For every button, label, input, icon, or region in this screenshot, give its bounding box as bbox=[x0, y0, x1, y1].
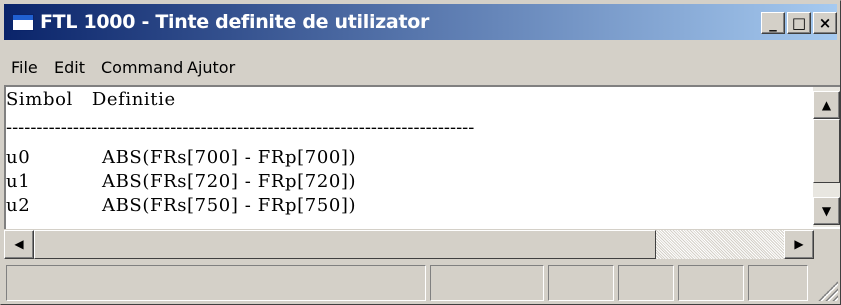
row-definition: ABS(FRs[750] - FRp[750]) bbox=[102, 195, 357, 216]
resize-grip-icon[interactable] bbox=[818, 281, 838, 301]
row-definition: ABS(FRs[700] - FRp[700]) bbox=[102, 147, 357, 168]
menu-command[interactable]: Command bbox=[101, 59, 183, 77]
menu-ajutor[interactable]: Ajutor bbox=[187, 59, 235, 77]
status-pane bbox=[678, 265, 744, 301]
status-pane bbox=[748, 265, 808, 301]
status-pane-main bbox=[6, 265, 426, 301]
close-button[interactable]: × bbox=[813, 12, 837, 34]
app-window: FTL 1000 - Tinte definite de utilizator … bbox=[0, 0, 841, 305]
header-separator: ----------------------------------------… bbox=[6, 117, 475, 138]
menu-edit[interactable]: Edit bbox=[54, 59, 85, 77]
row-symbol: u1 bbox=[6, 171, 31, 192]
vertical-scrollbar[interactable]: ▲ ▼ bbox=[813, 87, 840, 227]
scroll-right-button[interactable]: ▶ bbox=[784, 230, 814, 259]
minimize-button[interactable]: _ bbox=[761, 12, 785, 34]
menu-bar: File Edit Command Ajutor bbox=[4, 41, 839, 83]
scroll-left-button[interactable]: ◀ bbox=[4, 230, 34, 259]
status-bar bbox=[4, 263, 840, 303]
row-symbol: u2 bbox=[6, 195, 31, 216]
status-pane bbox=[430, 265, 544, 301]
scroll-down-button[interactable]: ▼ bbox=[813, 197, 840, 225]
status-pane bbox=[548, 265, 614, 301]
column-header: Simbol Definitie bbox=[6, 89, 176, 110]
row-definition: ABS(FRs[720] - FRp[720]) bbox=[102, 171, 357, 192]
menu-file[interactable]: File bbox=[11, 59, 38, 77]
app-window-icon[interactable] bbox=[12, 14, 34, 31]
vertical-scroll-thumb[interactable] bbox=[813, 119, 840, 183]
scroll-up-button[interactable]: ▲ bbox=[813, 91, 840, 119]
horizontal-scroll-thumb[interactable] bbox=[34, 230, 656, 259]
horizontal-scrollbar[interactable]: ◀ ▶ bbox=[4, 230, 814, 259]
title-bar[interactable]: FTL 1000 - Tinte definite de utilizator … bbox=[4, 4, 837, 40]
window-title: FTL 1000 - Tinte definite de utilizator bbox=[40, 11, 430, 33]
status-pane bbox=[618, 265, 674, 301]
maximize-button[interactable]: □ bbox=[787, 12, 811, 34]
definitions-text-area[interactable]: Simbol Definitie -----------------------… bbox=[4, 85, 840, 229]
row-symbol: u0 bbox=[6, 147, 31, 168]
